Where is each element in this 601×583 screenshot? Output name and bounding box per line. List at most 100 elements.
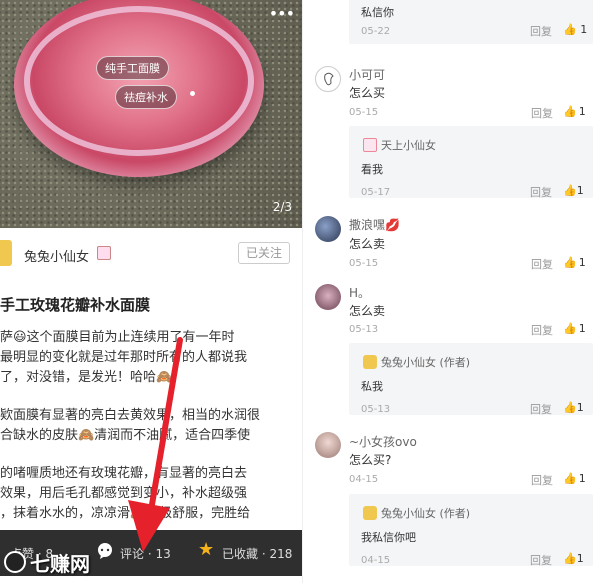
like-count: 1 <box>576 552 584 565</box>
like-button[interactable]: 👍 1 <box>563 23 587 36</box>
thumbs-up-icon: 👍 <box>563 23 577 36</box>
reply-date: 05-13 <box>361 404 391 415</box>
reply-box: 私信你 05-22 回复 👍 1 <box>349 0 593 44</box>
comment-text: 怎么买? <box>349 453 392 467</box>
avatar-sketch-icon <box>324 72 334 86</box>
collect-count: 218 <box>269 547 293 561</box>
reply-button[interactable]: 回复 <box>531 322 553 338</box>
reply-avatar[interactable] <box>363 355 377 369</box>
reply-box: 兔兔小仙女 (作者) 私我 05-13 回复 👍1 <box>349 343 593 417</box>
author-row: 兔兔小仙女 已关注 <box>0 236 302 272</box>
reply-button[interactable]: 回复 <box>530 552 552 568</box>
more-options-icon[interactable]: ••• <box>269 4 295 23</box>
tag-anchor-dot <box>190 91 195 96</box>
avatar[interactable] <box>315 216 341 242</box>
comment-date: 05-15 <box>349 258 379 269</box>
commenter-name[interactable]: 撒浪嘿💋 <box>349 216 400 233</box>
post-body-line: ，抹着水水的，凉凉滑🙈超级舒服，完胜给 <box>0 506 251 521</box>
like-count: 1 <box>578 256 586 269</box>
post-body-line: 欵面膜有显著的亮白去黄效果，相当的水润很 <box>0 408 261 423</box>
like-button[interactable]: 👍1 <box>563 552 584 565</box>
reply-button[interactable]: 回复 <box>531 256 553 272</box>
like-button[interactable]: 👍1 <box>563 184 584 197</box>
reply-author[interactable]: 天上小仙女 <box>381 137 436 153</box>
reply-date: 04-15 <box>361 555 391 566</box>
reply-text: 我私信你吧 <box>361 531 416 544</box>
like-count: 1 <box>576 184 584 197</box>
reply-button[interactable]: 回复 <box>531 105 553 121</box>
comment-label: 评论 <box>120 547 145 561</box>
reply-text: 私信你 <box>361 6 394 19</box>
like-count: 1 <box>576 401 584 414</box>
comment-date: 05-15 <box>349 107 379 118</box>
post-body-line: 合缺水的皮肤🙈清润而不油腻，适合四季使 <box>0 428 251 443</box>
avatar[interactable] <box>315 66 341 92</box>
commenter-name[interactable]: H。 <box>349 284 370 301</box>
photo-tag-2[interactable]: 祛痘补水 <box>115 85 177 109</box>
author-name[interactable]: 兔兔小仙女 <box>24 246 89 265</box>
thumbs-up-icon: 👍 <box>563 552 577 565</box>
author-avatar[interactable] <box>0 240 12 266</box>
page-indicator: 2/3 <box>272 200 292 214</box>
avatar[interactable] <box>315 432 341 458</box>
follow-button[interactable]: 已关注 <box>238 242 290 264</box>
post-body: 萨😃这个面膜目前为止连续用了有一年时 最明显的变化就是过年那时所有的人都说我 了… <box>0 328 302 524</box>
like-count: 1 <box>580 23 588 36</box>
collect-label: 已收藏 <box>222 547 259 561</box>
post-body-spacer <box>0 446 302 464</box>
post-body-line: 的啫喱质地还有玫瑰花瓣，有显著的亮白去 <box>0 466 248 481</box>
comment-text: 怎么买 <box>349 86 386 100</box>
like-button[interactable]: 👍1 <box>563 105 586 118</box>
watermark-text: 七赚网 <box>30 552 90 576</box>
comment-count: 13 <box>155 547 171 561</box>
like-count: 1 <box>578 105 586 118</box>
thumbs-up-icon: 👍 <box>563 401 577 414</box>
reply-date: 05-17 <box>361 187 391 198</box>
comment-date: 04-15 <box>349 474 379 485</box>
jar-rim <box>24 6 254 156</box>
reply-avatar[interactable] <box>363 138 377 152</box>
thumbs-up-icon: 👍 <box>563 256 577 269</box>
watermark-logo-icon <box>4 551 26 573</box>
reply-box: 天上小仙女 看我 05-17 回复 👍1 <box>349 126 593 200</box>
post-photo[interactable]: 纯手工面膜 祛痘补水 ••• 2/3 <box>0 0 302 228</box>
reply-text: 看我 <box>361 163 383 176</box>
reply-button[interactable]: 回复 <box>530 184 552 200</box>
reply-button[interactable]: 回复 <box>531 472 553 488</box>
like-button[interactable]: 👍1 <box>563 401 584 414</box>
post-body-line: 效果，用后毛孔都感觉到变小，补水超级强 <box>0 486 248 501</box>
comment-date: 05-13 <box>349 324 379 335</box>
reply-box: 兔兔小仙女 (作者) 我私信你吧 04-15 回复 👍1 <box>349 494 593 568</box>
reply-button[interactable]: 回复 <box>530 401 552 417</box>
comment-button[interactable]: 评论 · 13 <box>120 545 171 562</box>
like-button[interactable]: 👍1 <box>563 472 586 485</box>
star-icon[interactable]: ★ <box>198 541 216 559</box>
like-button[interactable]: 👍1 <box>563 322 586 335</box>
thumbs-up-icon: 👍 <box>563 322 577 335</box>
reply-author[interactable]: 兔兔小仙女 (作者) <box>381 354 470 370</box>
reply-button[interactable]: 回复 <box>530 23 552 39</box>
author-badge-icon <box>97 246 111 260</box>
comment-text: 怎么卖 <box>349 237 386 251</box>
like-count: 1 <box>578 322 586 335</box>
collect-button[interactable]: 已收藏 · 218 <box>222 545 292 562</box>
avatar[interactable] <box>315 284 341 310</box>
post-body-spacer <box>0 388 302 406</box>
like-count: 1 <box>578 472 586 485</box>
thumbs-up-icon: 👍 <box>563 105 577 118</box>
photo-tag-1[interactable]: 纯手工面膜 <box>96 56 169 80</box>
comment-text: 怎么卖 <box>349 304 386 318</box>
commenter-name[interactable]: ~小女孩ovo <box>349 433 417 450</box>
thumbs-up-icon: 👍 <box>563 472 577 485</box>
reply-avatar[interactable] <box>363 506 377 520</box>
post-panel: 纯手工面膜 祛痘补水 ••• 2/3 兔兔小仙女 已关注 手工玫瑰花瓣补水面膜 … <box>0 0 302 583</box>
post-body-line: 了，对没错，是发光！哈哈🙈 <box>0 370 173 385</box>
reply-author[interactable]: 兔兔小仙女 (作者) <box>381 505 470 521</box>
post-title: 手工玫瑰花瓣补水面膜 <box>0 296 151 314</box>
comment-icon[interactable] <box>96 542 114 560</box>
thumbs-up-icon: 👍 <box>563 184 577 197</box>
photo-tag-1-label: 纯手工面膜 <box>105 62 160 75</box>
like-button[interactable]: 👍1 <box>563 256 586 269</box>
commenter-name[interactable]: 小可可 <box>349 66 385 83</box>
reply-text: 私我 <box>361 380 383 393</box>
